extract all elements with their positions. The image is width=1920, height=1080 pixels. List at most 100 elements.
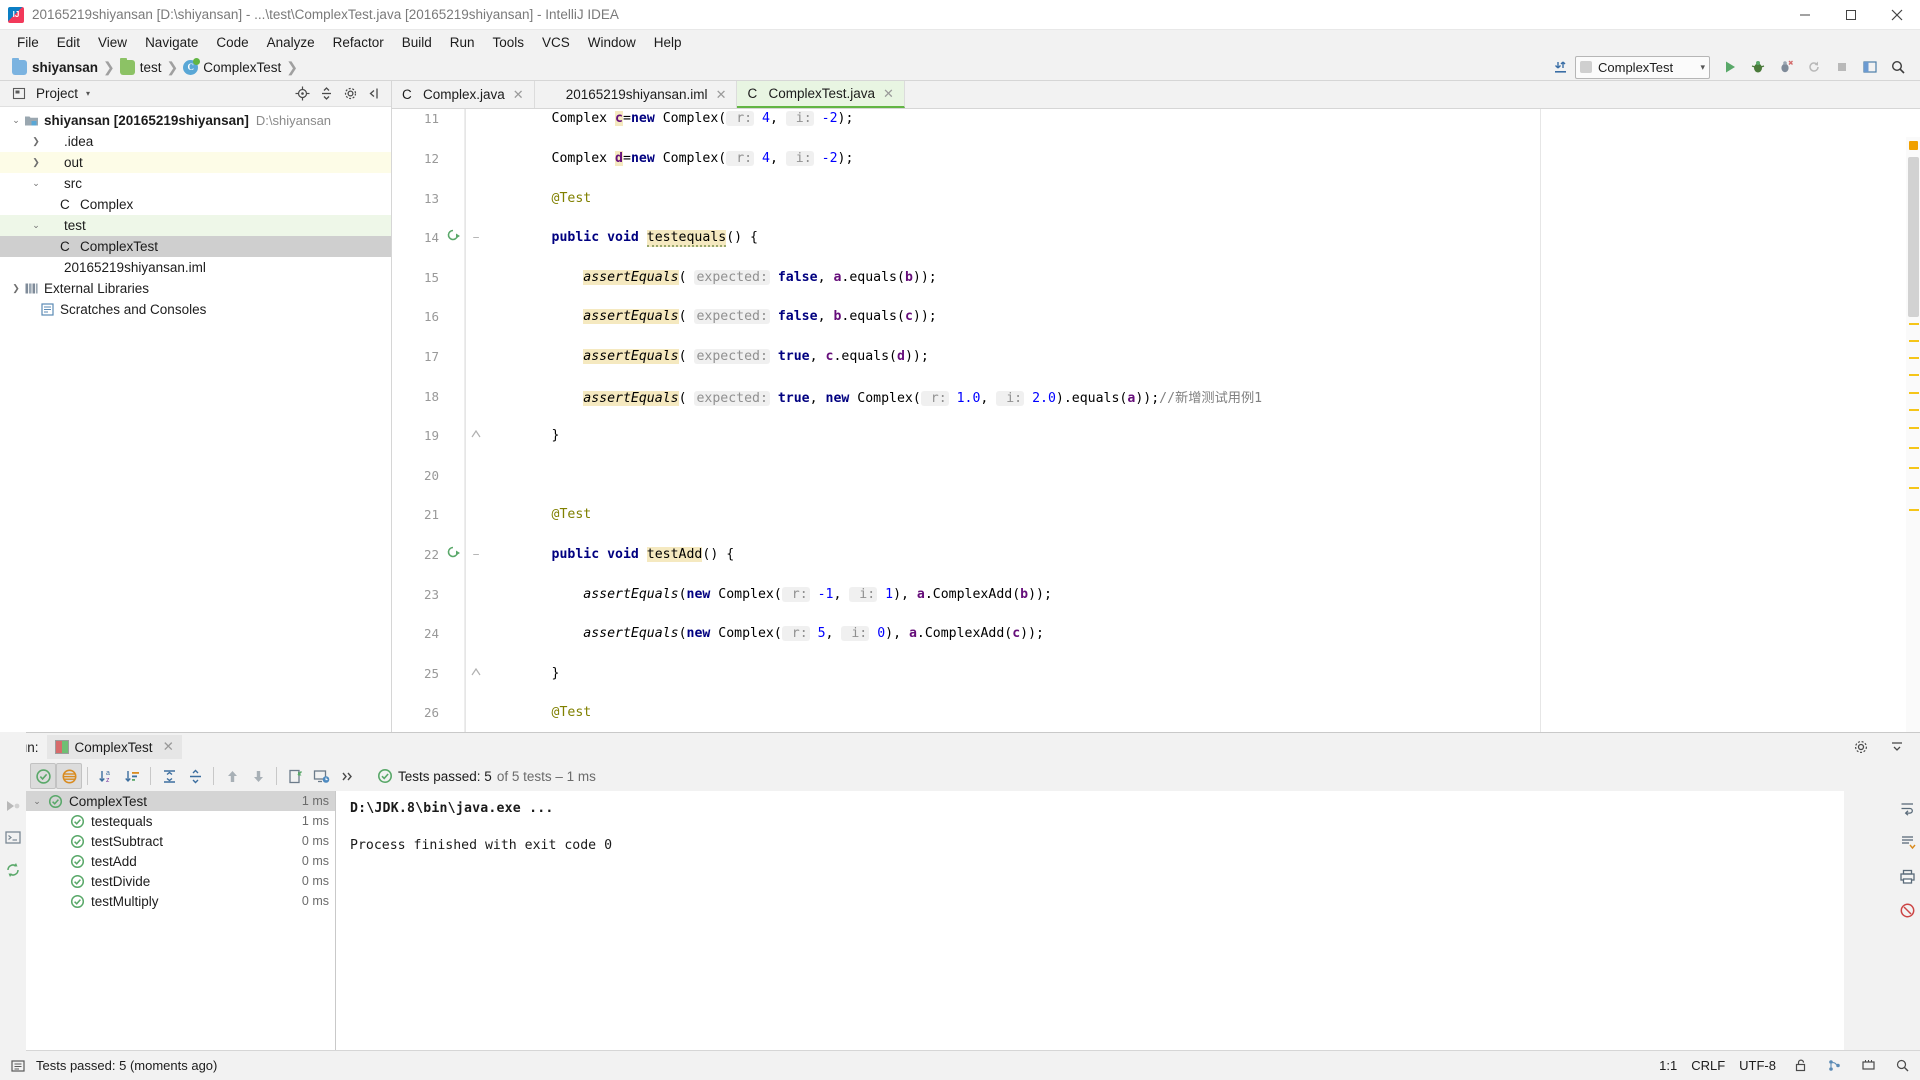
- tab-iml-file[interactable]: 20165219shiyansan.iml ✕: [534, 81, 738, 108]
- tab-complextest-java[interactable]: C ComplexTest.java ✕: [737, 81, 905, 108]
- caret-position[interactable]: 1:1: [1659, 1058, 1677, 1073]
- error-stripe-mark[interactable]: [1909, 427, 1919, 429]
- scroll-to-end-icon[interactable]: [1896, 831, 1918, 853]
- history-icon[interactable]: [308, 763, 334, 789]
- error-stripe-mark[interactable]: [1909, 509, 1919, 511]
- export-icon[interactable]: [282, 763, 308, 789]
- hide-icon[interactable]: [363, 83, 385, 105]
- line-separator[interactable]: CRLF: [1691, 1058, 1725, 1073]
- breadcrumb-test[interactable]: test: [116, 56, 166, 79]
- collapse-all-icon[interactable]: [315, 83, 337, 105]
- tree-node-test[interactable]: ⌄ test: [0, 215, 391, 236]
- status-message[interactable]: Tests passed: 5 (moments ago): [36, 1058, 217, 1073]
- menu-help[interactable]: Help: [645, 33, 691, 52]
- tree-node-complextest[interactable]: C ComplexTest: [0, 236, 391, 257]
- event-log-icon[interactable]: [8, 1056, 28, 1076]
- chevron-down-icon[interactable]: ⌄: [26, 796, 48, 807]
- inspection-icon[interactable]: [1892, 1056, 1912, 1076]
- sort-alphabetically-icon[interactable]: az: [93, 763, 119, 789]
- maximize-button[interactable]: [1828, 0, 1874, 30]
- error-stripe-mark[interactable]: [1909, 323, 1919, 325]
- run-test-icon[interactable]: [444, 545, 462, 564]
- chevron-down-icon[interactable]: ⌄: [28, 220, 44, 231]
- settings-icon[interactable]: [339, 83, 361, 105]
- run-icon[interactable]: [1716, 55, 1744, 79]
- breadcrumb-shiyansan[interactable]: shiyansan: [8, 56, 102, 79]
- test-tree-row-testdivide[interactable]: testDivide 0 ms: [0, 871, 335, 891]
- run-configuration-selector[interactable]: ComplexTest ▾: [1575, 55, 1710, 79]
- menu-code[interactable]: Code: [207, 33, 257, 52]
- test-tree-row-testsubtract[interactable]: testSubtract 0 ms: [0, 831, 335, 851]
- chevron-down-icon[interactable]: ▾: [86, 89, 90, 98]
- expand-all-icon[interactable]: [156, 763, 182, 789]
- download-updates-icon[interactable]: [1547, 55, 1575, 79]
- menu-tools[interactable]: Tools: [484, 33, 534, 52]
- tab-complex-java[interactable]: C Complex.java ✕: [392, 81, 535, 108]
- chevron-right-icon[interactable]: ❯: [28, 157, 44, 168]
- menu-run[interactable]: Run: [441, 33, 484, 52]
- close-icon[interactable]: ✕: [513, 87, 524, 103]
- inspection-status-icon[interactable]: [1909, 141, 1918, 150]
- menu-edit[interactable]: Edit: [48, 33, 89, 52]
- minimize-button[interactable]: [1782, 0, 1828, 30]
- test-tree-row-testmultiply[interactable]: testMultiply 0 ms: [0, 891, 335, 911]
- debugger-icon[interactable]: [2, 795, 24, 817]
- tree-node-iml[interactable]: 20165219shiyansan.iml: [0, 257, 391, 278]
- tree-node-idea[interactable]: ❯ .idea: [0, 131, 391, 152]
- fold-marker[interactable]: −: [469, 548, 483, 561]
- console-output[interactable]: D:\JDK.8\bin\java.exe ... Process finish…: [336, 791, 1844, 1051]
- test-results-tree[interactable]: ⌄ ComplexTest 1 ms testequals 1 ms testS…: [0, 791, 336, 1051]
- chevron-down-icon[interactable]: ⌄: [8, 115, 24, 126]
- menu-analyze[interactable]: Analyze: [258, 33, 324, 52]
- console-icon[interactable]: [2, 827, 24, 849]
- clear-all-icon[interactable]: [1896, 899, 1918, 921]
- tree-node-external-libraries[interactable]: ❯ External Libraries: [0, 278, 391, 299]
- close-button[interactable]: [1874, 0, 1920, 30]
- show-passed-icon[interactable]: [30, 763, 56, 789]
- error-stripe-mark[interactable]: [1909, 447, 1919, 449]
- run-test-icon[interactable]: [444, 228, 462, 247]
- error-stripe-mark[interactable]: [1909, 340, 1919, 342]
- close-icon[interactable]: ✕: [883, 86, 894, 102]
- tree-node-shiyansan[interactable]: ⌄ shiyansan [20165219shiyansan] D:\shiya…: [0, 110, 391, 131]
- error-stripe-mark[interactable]: [1909, 409, 1919, 411]
- close-icon[interactable]: ✕: [163, 739, 174, 755]
- error-stripe-mark[interactable]: [1909, 357, 1919, 359]
- layout-icon[interactable]: [1856, 55, 1884, 79]
- tree-node-out[interactable]: ❯ out: [0, 152, 391, 173]
- test-tree-row-testadd[interactable]: testAdd 0 ms: [0, 851, 335, 871]
- error-stripe-mark[interactable]: [1909, 392, 1919, 394]
- fold-marker-end[interactable]: [469, 428, 483, 443]
- tree-node-complex[interactable]: C Complex: [0, 194, 391, 215]
- memory-icon[interactable]: [1858, 1056, 1878, 1076]
- gear-icon[interactable]: [1848, 734, 1874, 760]
- breadcrumb-complextest[interactable]: C ComplexTest: [179, 56, 285, 79]
- test-tree-row-testequals[interactable]: testequals 1 ms: [0, 811, 335, 831]
- menu-window[interactable]: Window: [579, 33, 645, 52]
- menu-view[interactable]: View: [89, 33, 136, 52]
- next-failed-icon[interactable]: [245, 763, 271, 789]
- run-coverage-icon[interactable]: [1772, 55, 1800, 79]
- menu-vcs[interactable]: VCS: [533, 33, 579, 52]
- fold-marker-end[interactable]: [469, 666, 483, 681]
- menu-file[interactable]: File: [8, 33, 48, 52]
- collapse-all-icon[interactable]: [182, 763, 208, 789]
- error-stripe-mark[interactable]: [1909, 467, 1919, 469]
- code-editor[interactable]: 11 Complex c=new Complex( r: 4, i: -2); …: [392, 109, 1920, 732]
- locate-icon[interactable]: [291, 83, 313, 105]
- debug-icon[interactable]: [1744, 55, 1772, 79]
- editor-scrollbar[interactable]: [1906, 137, 1920, 732]
- unlocked-icon[interactable]: [1790, 1056, 1810, 1076]
- chevron-right-icon[interactable]: ❯: [8, 283, 24, 294]
- error-stripe-mark[interactable]: [1909, 487, 1919, 489]
- print-icon[interactable]: [1896, 865, 1918, 887]
- tree-node-src[interactable]: ⌄ src: [0, 173, 391, 194]
- scrollbar-thumb[interactable]: [1908, 157, 1919, 317]
- menu-refactor[interactable]: Refactor: [324, 33, 393, 52]
- tree-node-scratches[interactable]: Scratches and Consoles: [0, 299, 391, 320]
- run-tab-complextest[interactable]: ComplexTest ✕: [46, 735, 182, 759]
- menu-navigate[interactable]: Navigate: [136, 33, 207, 52]
- more-icon[interactable]: [334, 763, 360, 789]
- test-tree-row-complextest[interactable]: ⌄ ComplexTest 1 ms: [0, 791, 335, 811]
- chevron-right-icon[interactable]: ❯: [28, 136, 44, 147]
